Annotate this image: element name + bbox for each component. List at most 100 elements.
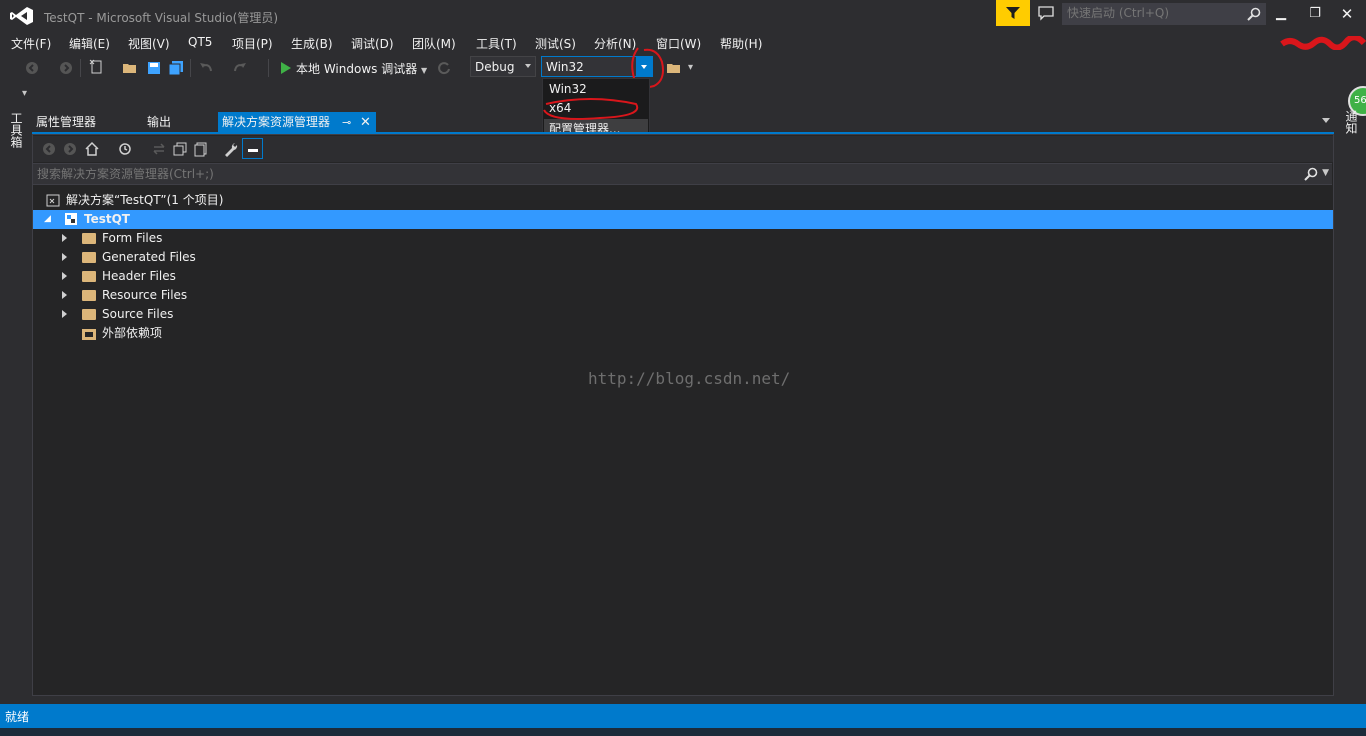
platform-value: Win32 [546,60,584,74]
collapsed-triangle-icon[interactable] [62,291,67,299]
toolbar-separator [268,59,269,77]
solution-explorer-toolbar [33,136,1333,162]
collapsed-triangle-icon[interactable] [62,253,67,261]
feedback-filter-button[interactable] [996,0,1030,26]
tab-output[interactable]: 输出 [147,112,171,133]
toolbar-overflow-icon[interactable]: ▾ [22,88,27,99]
new-project-icon[interactable] [89,59,105,75]
folder-label: Form Files [102,231,163,245]
menu-help[interactable]: 帮助(H) [720,35,762,52]
menu-file[interactable]: 文件(F) [11,35,51,52]
show-all-files-icon[interactable] [193,141,209,157]
chevron-down-icon: ▼ [421,66,428,75]
save-all-icon[interactable] [168,60,184,76]
tab-solution-explorer-label: 解决方案资源管理器 [222,115,331,129]
external-deps-label: 外部依赖项 [102,326,163,340]
collapsed-triangle-icon[interactable] [62,272,67,280]
open-file-icon[interactable] [122,60,138,76]
chevron-down-icon [525,64,531,68]
menu-debug[interactable]: 调试(D) [351,35,394,52]
close-icon[interactable]: ✕ [360,112,371,133]
quick-launch-box[interactable] [1062,3,1266,25]
windows-taskbar [0,728,1366,736]
menu-project[interactable]: 项目(P) [232,35,273,52]
window-title: TestQT - Microsoft Visual Studio(管理员) [44,11,279,25]
minimize-button[interactable]: ▁ [1268,4,1294,24]
tree-folder-row[interactable]: Generated Files [33,248,1333,267]
feedback-icon[interactable] [1038,5,1054,21]
save-icon[interactable] [146,60,162,76]
solution-explorer-search[interactable]: ▼ [33,163,1332,185]
tree-external-deps-row[interactable]: 外部依赖项 [33,324,1333,343]
tree-folder-row[interactable]: Resource Files [33,286,1333,305]
folder-icon [82,290,96,301]
close-button[interactable]: ✕ [1334,4,1360,24]
menu-team[interactable]: 团队(M) [412,35,456,52]
collapsed-triangle-icon[interactable] [62,310,67,318]
collapsed-triangle-icon[interactable] [62,234,67,242]
folder-label: Header Files [102,269,176,283]
search-icon[interactable] [1304,167,1318,181]
preview-selected-items-button[interactable] [242,138,263,159]
back-icon[interactable] [41,141,57,157]
menu-tools[interactable]: 工具(T) [476,35,517,52]
platform-option-win32[interactable]: Win32 [549,82,587,96]
chevron-down-icon[interactable]: ▼ [1322,168,1329,178]
restore-button[interactable]: ❐ [1302,4,1328,24]
external-dependencies-icon [82,329,96,340]
search-icon [1247,7,1261,21]
folder-icon [82,309,96,320]
tab-solution-explorer[interactable]: 解决方案资源管理器 ⊸ ✕ [218,112,376,133]
navigate-forward-icon[interactable] [58,60,74,76]
folder-icon [82,271,96,282]
tab-property-manager[interactable]: 属性管理器 [36,112,96,133]
refresh-icon[interactable] [436,60,452,76]
menu-build[interactable]: 生成(B) [291,35,333,52]
menu-bar: 文件(F) 编辑(E) 视图(V) QT5 项目(P) 生成(B) 调试(D) … [0,32,1366,52]
menu-view[interactable]: 视图(V) [128,35,170,52]
funnel-icon [1006,7,1020,19]
tree-solution-node[interactable]: 解决方案“TestQT”(1 个项目) [33,191,1333,210]
toolbar-separator [80,59,81,77]
menu-edit[interactable]: 编辑(E) [69,35,110,52]
start-debugging-icon[interactable] [278,60,294,76]
navigate-back-icon[interactable] [24,60,40,76]
tree-project-node[interactable]: ◢ TestQT [33,210,1333,229]
visual-studio-logo-icon [10,7,33,25]
toolbox-side-tab[interactable]: 工具箱 [8,112,25,148]
notifications-side-tab[interactable]: 通知 [1343,110,1360,134]
toolbar-options-icon[interactable]: ▾ [688,62,693,73]
properties-wrench-icon[interactable] [223,141,239,157]
find-in-files-icon[interactable] [666,60,682,76]
left-tool-strip [0,112,26,697]
sync-icon[interactable] [151,141,167,157]
status-text: 就绪 [5,710,30,724]
solution-explorer-search-input[interactable] [37,167,1237,181]
project-label: TestQT [84,212,130,226]
menu-qt5[interactable]: QT5 [188,35,212,49]
solution-label: 解决方案“TestQT”(1 个项目) [66,193,224,207]
pin-icon[interactable]: ⊸ [342,112,351,133]
folder-label: Source Files [102,307,174,321]
watermark-text: http://blog.csdn.net/ [588,369,791,388]
solution-icon [46,194,60,207]
undo-icon[interactable] [198,60,214,76]
solution-configuration-select[interactable]: Debug [470,56,536,77]
tree-folder-row[interactable]: Source Files [33,305,1333,324]
tab-overflow-chevron-icon[interactable] [1322,118,1330,123]
folder-label: Resource Files [102,288,188,302]
forward-icon[interactable] [62,141,78,157]
tree-folder-row[interactable]: Form Files [33,229,1333,248]
menu-test[interactable]: 测试(S) [535,35,576,52]
debug-target-label: 本地 Windows 调试器 [296,62,418,76]
pending-changes-filter-icon[interactable] [117,141,133,157]
tree-folder-row[interactable]: Header Files [33,267,1333,286]
start-debugging-button[interactable]: 本地 Windows 调试器 ▼ [296,60,427,77]
quick-launch-input[interactable] [1067,6,1237,20]
redo-icon[interactable] [232,60,248,76]
expanded-triangle-icon[interactable]: ◢ [44,210,51,229]
home-icon[interactable] [84,141,100,157]
folder-label: Generated Files [102,250,196,264]
preview-icon [248,149,258,152]
collapse-all-icon[interactable] [172,141,188,157]
